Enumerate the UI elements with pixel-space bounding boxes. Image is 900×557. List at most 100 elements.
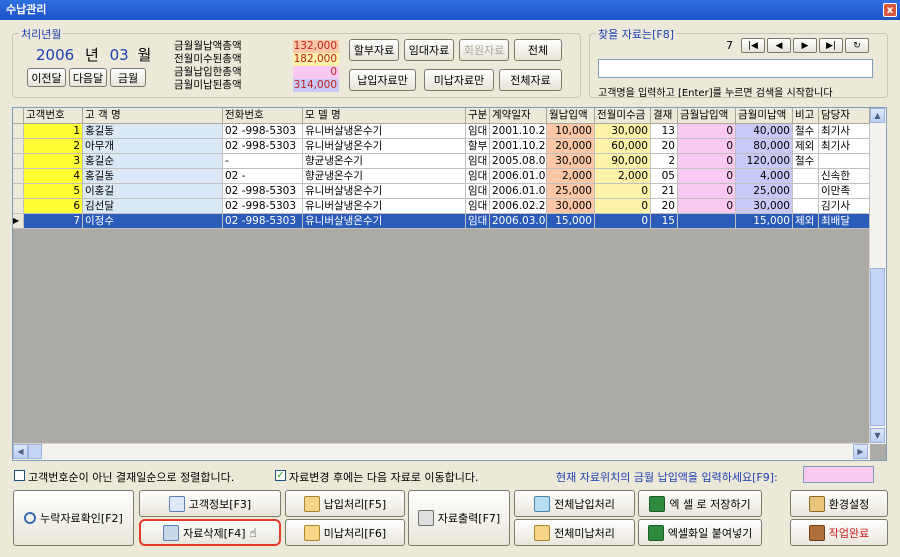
cell-manager[interactable]: 이만족 <box>819 184 870 199</box>
scroll-down-button[interactable]: ▼ <box>870 428 885 443</box>
cell-pay-day[interactable]: 21 <box>651 184 678 199</box>
cell-type[interactable]: 임대 <box>466 199 490 214</box>
cell-prev-unpaid[interactable]: 0 <box>595 214 651 229</box>
cell-prev-unpaid[interactable]: 2,000 <box>595 169 651 184</box>
cell-pay-day[interactable]: 20 <box>651 199 678 214</box>
cell-contract-date[interactable]: 2006.01.09 <box>490 169 547 184</box>
column-header-note[interactable]: 비고 <box>793 108 819 124</box>
cell-contract-date[interactable]: 2001.10.20 <box>490 139 547 154</box>
move-next-checkbox[interactable]: ✓ <box>275 470 286 481</box>
column-header-model[interactable]: 모 델 명 <box>303 108 466 124</box>
cell-customer-no[interactable]: 2 <box>24 139 83 154</box>
cell-pay-day[interactable]: 20 <box>651 139 678 154</box>
scroll-right-button[interactable]: ▶ <box>853 444 868 459</box>
scroll-up-button[interactable]: ▲ <box>870 108 885 123</box>
cell-contract-date[interactable]: 2006.01.09 <box>490 184 547 199</box>
cell-manager[interactable]: 최기사 <box>819 124 870 139</box>
payment-input[interactable] <box>803 466 874 483</box>
column-header-customer-name[interactable]: 고 객 명 <box>83 108 223 124</box>
all-data-button[interactable]: 전체자료 <box>499 69 562 91</box>
cell-prev-unpaid[interactable]: 90,000 <box>595 154 651 169</box>
row-indicator[interactable] <box>13 169 24 184</box>
cell-note[interactable] <box>793 199 819 214</box>
cell-manager[interactable]: 최기사 <box>819 139 870 154</box>
row-indicator[interactable]: ▶ <box>13 214 24 229</box>
scroll-thumb[interactable] <box>870 268 885 426</box>
cell-customer-name[interactable]: 홍길동 <box>83 169 223 184</box>
cell-month-unpaid[interactable]: 25,000 <box>736 184 793 199</box>
cell-monthly-amount[interactable]: 10,000 <box>547 124 595 139</box>
cell-model[interactable]: 향균냉온수기 <box>303 169 466 184</box>
cell-phone[interactable]: 02 - <box>223 169 303 184</box>
cell-type[interactable]: 임대 <box>466 214 490 229</box>
cell-monthly-amount[interactable]: 30,000 <box>547 199 595 214</box>
cell-type[interactable]: 할부 <box>466 139 490 154</box>
cell-contract-date[interactable]: 2006.03.03 <box>490 214 547 229</box>
cell-note[interactable]: 제외 <box>793 214 819 229</box>
cell-phone[interactable]: 02 -998-5303 <box>223 124 303 139</box>
cell-type[interactable]: 임대 <box>466 169 490 184</box>
member-filter-button[interactable]: 회원자료 <box>459 39 509 61</box>
cell-phone[interactable]: 02 -998-5303 <box>223 199 303 214</box>
missing-data-button[interactable]: 누락자료확인[F2] <box>13 490 134 546</box>
cell-phone[interactable]: 02 -998-5303 <box>223 139 303 154</box>
horizontal-scrollbar[interactable]: ◀ ▶ <box>13 443 870 460</box>
installment-filter-button[interactable]: 할부자료 <box>349 39 399 61</box>
cell-month-paid[interactable]: 0 <box>678 154 736 169</box>
cell-model[interactable]: 유니버살냉온수기 <box>303 214 466 229</box>
cell-customer-name[interactable]: 김선달 <box>83 199 223 214</box>
settings-button[interactable]: 환경설정 <box>790 490 888 517</box>
row-indicator[interactable] <box>13 184 24 199</box>
cell-model[interactable]: 유니버살냉온수기 <box>303 184 466 199</box>
print-button[interactable]: 자료출력[F7] <box>408 490 510 546</box>
cell-customer-no[interactable]: 1 <box>24 124 83 139</box>
row-indicator[interactable] <box>13 139 24 154</box>
cell-month-unpaid[interactable]: 80,000 <box>736 139 793 154</box>
cell-phone[interactable]: 02 -998-5303 <box>223 184 303 199</box>
row-indicator[interactable] <box>13 199 24 214</box>
cell-customer-name[interactable]: 홍길순 <box>83 154 223 169</box>
cell-note[interactable] <box>793 169 819 184</box>
cell-customer-no[interactable]: 6 <box>24 199 83 214</box>
excel-save-button[interactable]: 엑 셀 로 저장하기 <box>638 490 762 517</box>
column-header-month-paid[interactable]: 금월납입액 <box>678 108 736 124</box>
cell-type[interactable]: 임대 <box>466 184 490 199</box>
cell-prev-unpaid[interactable]: 0 <box>595 199 651 214</box>
cell-month-paid[interactable]: 0 <box>678 184 736 199</box>
cell-monthly-amount[interactable]: 25,000 <box>547 184 595 199</box>
cell-manager[interactable]: 최배달 <box>819 214 870 229</box>
cell-model[interactable]: 유니버살냉온수기 <box>303 124 466 139</box>
prev-record-button[interactable]: ◀ <box>767 38 791 53</box>
cell-model[interactable]: 유니버살냉온수기 <box>303 139 466 154</box>
cell-manager[interactable]: 김기사 <box>819 199 870 214</box>
unpaid-process-button[interactable]: 미납처리[F6] <box>285 519 405 546</box>
cell-prev-unpaid[interactable]: 60,000 <box>595 139 651 154</box>
all-filter-button[interactable]: 전체 <box>514 39 562 61</box>
unpaid-only-button[interactable]: 미납자료만 <box>424 69 494 91</box>
cell-month-unpaid[interactable]: 40,000 <box>736 124 793 139</box>
next-record-button[interactable]: ▶ <box>793 38 817 53</box>
vertical-scrollbar[interactable]: ▲ ▼ <box>869 108 886 444</box>
cell-monthly-amount[interactable]: 15,000 <box>547 214 595 229</box>
hscroll-thumb[interactable] <box>28 444 42 459</box>
cell-pay-day[interactable]: 13 <box>651 124 678 139</box>
cell-phone[interactable]: - <box>223 154 303 169</box>
cell-note[interactable] <box>793 184 819 199</box>
cell-prev-unpaid[interactable]: 30,000 <box>595 124 651 139</box>
column-header-type[interactable]: 구분 <box>466 108 490 124</box>
first-record-button[interactable]: |◀ <box>741 38 765 53</box>
cell-month-unpaid[interactable]: 30,000 <box>736 199 793 214</box>
row-indicator[interactable] <box>13 124 24 139</box>
cell-contract-date[interactable]: 2001.10.27 <box>490 124 547 139</box>
next-month-button[interactable]: 다음달 <box>69 68 107 87</box>
cell-contract-date[interactable]: 2006.02.27 <box>490 199 547 214</box>
column-header-pay-day[interactable]: 결재 <box>651 108 678 124</box>
row-indicator[interactable] <box>13 154 24 169</box>
cell-pay-day[interactable]: 05 <box>651 169 678 184</box>
cell-month-unpaid[interactable]: 15,000 <box>736 214 793 229</box>
cell-month-paid[interactable] <box>678 214 736 229</box>
cell-customer-name[interactable]: 이홍길 <box>83 184 223 199</box>
cell-customer-no[interactable]: 5 <box>24 184 83 199</box>
finish-button[interactable]: 작업완료 <box>790 519 888 546</box>
cell-prev-unpaid[interactable]: 0 <box>595 184 651 199</box>
